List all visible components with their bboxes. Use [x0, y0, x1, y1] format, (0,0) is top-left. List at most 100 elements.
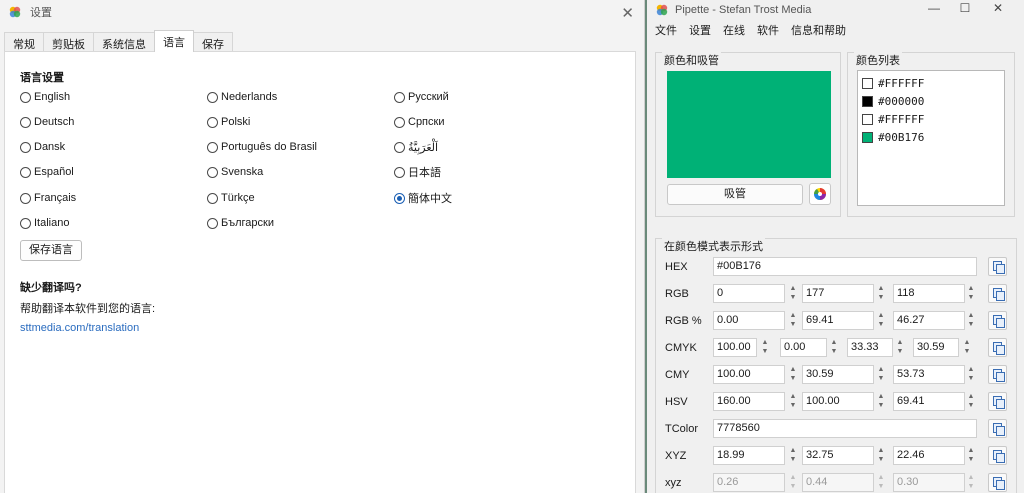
menu-software[interactable]: 软件: [757, 22, 779, 38]
radio-dansk[interactable]: Dansk: [20, 140, 65, 154]
radio-circle[interactable]: [20, 116, 31, 128]
radio-circle[interactable]: [394, 141, 405, 153]
hsv-s-field[interactable]: 100.00: [802, 392, 874, 411]
radio-circle-selected[interactable]: [394, 192, 405, 204]
spinner-arrows[interactable]: ▲ ▼: [875, 392, 887, 411]
spinner-arrows[interactable]: ▲ ▼: [965, 284, 977, 303]
tcolor-field[interactable]: 7778560: [713, 419, 977, 438]
radio-francais[interactable]: Français: [20, 191, 76, 205]
spinner-arrows[interactable]: ▲ ▼: [875, 311, 887, 330]
radio-circle[interactable]: [207, 192, 218, 204]
radio-chinese[interactable]: 簡体中文: [394, 191, 452, 205]
copy-tcolor-button[interactable]: [988, 419, 1007, 438]
color-list-item[interactable]: #FFFFFF: [862, 74, 1000, 92]
tab-general[interactable]: 常规: [4, 32, 44, 52]
spinner-arrows[interactable]: ▲ ▼: [875, 365, 887, 384]
radio-circle[interactable]: [207, 141, 218, 153]
xyz-z-field[interactable]: 22.46: [893, 446, 965, 465]
rgb-r-field[interactable]: 0: [713, 284, 785, 303]
radio-circle[interactable]: [20, 91, 31, 103]
hsv-h-field[interactable]: 160.00: [713, 392, 785, 411]
rgb-pct-b-field[interactable]: 46.27: [893, 311, 965, 330]
cmy-y-field[interactable]: 53.73: [893, 365, 965, 384]
color-list-item[interactable]: #000000: [862, 92, 1000, 110]
radio-circle[interactable]: [20, 192, 31, 204]
spinner-arrows[interactable]: ▲ ▼: [894, 338, 906, 357]
radio-serbian[interactable]: Српски: [394, 115, 444, 129]
spinner-arrows[interactable]: ▲ ▼: [965, 446, 977, 465]
color-wheel-button[interactable]: [809, 183, 831, 205]
spinner-arrows[interactable]: ▲ ▼: [965, 311, 977, 330]
copy-hsv-button[interactable]: [988, 392, 1007, 411]
radio-nederlands[interactable]: Nederlands: [207, 90, 277, 104]
eyedropper-button[interactable]: 吸管: [667, 184, 803, 205]
tab-save[interactable]: 保存: [193, 32, 233, 52]
copy-rgb-percent-button[interactable]: [988, 311, 1007, 330]
radio-portugues[interactable]: Português do Brasil: [207, 140, 317, 154]
maximize-icon[interactable]: ☐: [950, 1, 980, 15]
tab-system-info[interactable]: 系统信息: [93, 32, 155, 52]
radio-circle[interactable]: [20, 141, 31, 153]
radio-circle[interactable]: [20, 217, 31, 229]
minimize-icon[interactable]: —: [919, 1, 949, 15]
copy-xyz-button[interactable]: [988, 446, 1007, 465]
spinner-arrows[interactable]: ▲ ▼: [759, 338, 771, 357]
radio-circle[interactable]: [394, 166, 405, 178]
radio-circle[interactable]: [20, 166, 31, 178]
spinner-arrows[interactable]: ▲ ▼: [828, 338, 840, 357]
radio-deutsch[interactable]: Deutsch: [20, 115, 74, 129]
color-list[interactable]: #FFFFFF #000000 #FFFFFF #00B176: [857, 70, 1005, 206]
radio-bulgarian[interactable]: Български: [207, 216, 274, 230]
menu-online[interactable]: 在线: [723, 22, 745, 38]
menu-settings[interactable]: 设置: [689, 22, 711, 38]
tab-language[interactable]: 语言: [154, 30, 194, 52]
spinner-arrows[interactable]: ▲ ▼: [965, 365, 977, 384]
radio-circle[interactable]: [207, 217, 218, 229]
spinner-arrows[interactable]: ▲ ▼: [965, 392, 977, 411]
radio-english[interactable]: English: [20, 90, 70, 104]
hsv-v-field[interactable]: 69.41: [893, 392, 965, 411]
xyz-y-field[interactable]: 32.75: [802, 446, 874, 465]
radio-arabic[interactable]: اَلْعَرَبِيَّةُ: [394, 140, 438, 154]
radio-svenska[interactable]: Svenska: [207, 165, 263, 179]
save-language-button[interactable]: 保存语言: [20, 240, 82, 261]
cmyk-c-field[interactable]: 100.00: [713, 338, 757, 357]
spinner-arrows[interactable]: ▲ ▼: [875, 284, 887, 303]
menu-file[interactable]: 文件: [655, 22, 677, 38]
radio-italiano[interactable]: Italiano: [20, 216, 69, 230]
radio-turkce[interactable]: Türkçe: [207, 191, 255, 205]
rgb-pct-g-field[interactable]: 69.41: [802, 311, 874, 330]
xyz-x-field[interactable]: 18.99: [713, 446, 785, 465]
cmyk-y-field[interactable]: 33.33: [847, 338, 893, 357]
radio-polski[interactable]: Polski: [207, 115, 250, 129]
copy-hex-button[interactable]: [988, 257, 1007, 276]
color-list-item[interactable]: #FFFFFF: [862, 110, 1000, 128]
copy-rgb-button[interactable]: [988, 284, 1007, 303]
spinner-arrows[interactable]: ▲ ▼: [787, 365, 799, 384]
color-list-item[interactable]: #00B176: [862, 128, 1000, 146]
menu-info-help[interactable]: 信息和帮助: [791, 22, 846, 38]
copy-xyz-small-button[interactable]: [988, 473, 1007, 492]
copy-cmyk-button[interactable]: [988, 338, 1007, 357]
rgb-pct-r-field[interactable]: 0.00: [713, 311, 785, 330]
rgb-g-field[interactable]: 177: [802, 284, 874, 303]
cmy-m-field[interactable]: 30.59: [802, 365, 874, 384]
radio-circle[interactable]: [394, 116, 405, 128]
tab-clipboard[interactable]: 剪贴板: [43, 32, 94, 52]
hex-field[interactable]: #00B176: [713, 257, 977, 276]
radio-japanese[interactable]: 日本語: [394, 165, 441, 179]
close-icon[interactable]: ✕: [621, 4, 634, 22]
cmyk-m-field[interactable]: 0.00: [780, 338, 827, 357]
spinner-arrows[interactable]: ▲ ▼: [875, 446, 887, 465]
spinner-arrows[interactable]: ▲ ▼: [787, 392, 799, 411]
rgb-b-field[interactable]: 118: [893, 284, 965, 303]
radio-russian[interactable]: Русский: [394, 90, 449, 104]
radio-circle[interactable]: [207, 166, 218, 178]
radio-circle[interactable]: [207, 116, 218, 128]
radio-circle[interactable]: [207, 91, 218, 103]
spinner-arrows[interactable]: ▲ ▼: [961, 338, 973, 357]
radio-espanol[interactable]: Español: [20, 165, 74, 179]
translation-link[interactable]: sttmedia.com/translation: [20, 322, 139, 334]
spinner-arrows[interactable]: ▲ ▼: [787, 446, 799, 465]
copy-cmy-button[interactable]: [988, 365, 1007, 384]
